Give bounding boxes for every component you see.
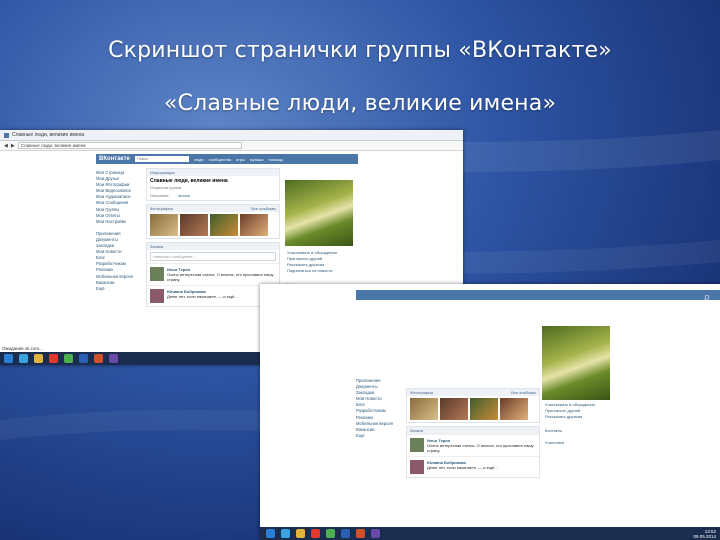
group-name: Славные люди, великие имена <box>150 178 228 184</box>
post-text: Очень интересная статья. О многих, кто п… <box>167 272 274 282</box>
clock-date: 09.05.2014 <box>693 534 716 539</box>
wall-header-2: Записи <box>407 427 539 434</box>
photos-card-2: Фотографии Все альбомы <box>406 388 540 423</box>
nav-item[interactable]: Мобильная версия <box>96 274 136 280</box>
action-link[interactable]: Подписаться на новости <box>287 268 337 274</box>
windows-charms-bar: ⌕ ⟳ ⊞ ▭ ⚙ <box>694 290 720 434</box>
avatar[interactable] <box>150 289 164 303</box>
vk-menu-help[interactable]: помощь <box>268 157 283 162</box>
nav-item[interactable]: Ещё <box>356 433 396 439</box>
vk-header: ВКонтакте Поиск люди сообщества игры муз… <box>96 154 358 164</box>
search-icon[interactable]: ⌕ <box>699 290 715 306</box>
photo-thumb[interactable] <box>180 214 208 236</box>
media-icon[interactable] <box>109 354 118 363</box>
photo-thumb[interactable] <box>210 214 238 236</box>
group-cover-photo[interactable] <box>285 180 353 246</box>
wall-post: Юлиана Бобрикова Денег нет, если начинае… <box>407 456 539 477</box>
explorer-icon[interactable] <box>34 354 43 363</box>
forward-icon[interactable]: ▶ <box>11 143 15 149</box>
photo-thumb[interactable] <box>240 214 268 236</box>
photo-thumb[interactable] <box>440 398 468 420</box>
vk-left-nav: Моя Страница Мои Друзья Мои Фотографии М… <box>96 170 136 292</box>
browser-tab[interactable]: Славные люди, великие имена <box>12 132 84 138</box>
vk-menu-games[interactable]: игры <box>236 157 245 162</box>
browser-addressbar: ◀ ▶ Славные люди, великие имена <box>0 141 463 151</box>
group-info-row: Описание: Читать <box>147 191 279 200</box>
wall-header: Записи <box>147 243 279 250</box>
browser-status: Ожидание vk.com... <box>2 346 43 351</box>
back-icon[interactable]: ◀ <box>4 143 8 149</box>
address-input[interactable]: Славные люди, великие имена <box>17 142 242 149</box>
photos-card: Фотографии Все альбомы <box>146 204 280 239</box>
powerpoint-icon[interactable] <box>356 529 365 538</box>
photos-header-2: Фотографии Все альбомы <box>407 389 539 396</box>
vk-search-input[interactable]: Поиск <box>134 156 189 162</box>
nav-item[interactable]: Мобильная версия <box>356 421 396 427</box>
members-header[interactable]: Участники <box>545 440 595 446</box>
vk-logo[interactable]: ВКонтакте <box>96 156 130 162</box>
chrome-icon[interactable] <box>64 354 73 363</box>
photo-thumb[interactable] <box>150 214 178 236</box>
vk-menu-communities[interactable]: сообщества <box>209 157 231 162</box>
post-text: Денег нет, если начинаете, — и ещё... <box>167 294 238 299</box>
post-text: Очень интересная статья. О многих, кто п… <box>427 443 534 453</box>
photo-thumb[interactable] <box>470 398 498 420</box>
info-label: Описание: <box>150 193 170 198</box>
wall-post: Илья Терин Очень интересная статья. О мн… <box>407 434 539 456</box>
slide-title-line1: Скриншот странички группы «ВКонтакте» <box>108 38 612 63</box>
wall-post: Илья Терин Очень интересная статья. О мн… <box>147 263 279 285</box>
powerpoint-icon[interactable] <box>94 354 103 363</box>
windows-icon[interactable] <box>266 529 275 538</box>
tab-icon <box>4 132 9 138</box>
avatar[interactable] <box>410 438 424 452</box>
media-icon[interactable] <box>371 529 380 538</box>
photo-thumb[interactable] <box>410 398 438 420</box>
photo-strip <box>147 212 279 238</box>
vk-menu-people[interactable]: люди <box>194 157 204 162</box>
browser-tabbar: Славные люди, великие имена <box>0 130 463 141</box>
devices-icon[interactable]: ▭ <box>699 386 715 402</box>
slide-title-line2: «Славные люди, великие имена» <box>163 91 557 116</box>
photo-strip-2 <box>407 396 539 422</box>
taskbar-2: 13:52 09.05.2014 <box>260 527 720 540</box>
start-icon[interactable]: ⊞ <box>699 354 715 370</box>
settings-icon[interactable]: ⚙ <box>699 418 715 434</box>
all-albums-link[interactable]: Все альбомы <box>511 389 539 396</box>
avatar[interactable] <box>410 460 424 474</box>
windows-icon[interactable] <box>4 354 13 363</box>
group-cover-photo-2[interactable] <box>542 326 610 400</box>
word-icon[interactable] <box>79 354 88 363</box>
vk-left-nav-2: Приложения Документы Закладки Мои Новост… <box>356 378 396 439</box>
taskbar-clock[interactable]: 13:52 09.05.2014 <box>693 529 716 539</box>
group-actions-2: Участвовать в обсуждении Пригласить друз… <box>545 402 595 446</box>
wall-card-2: Записи Илья Терин Очень интересная стать… <box>406 426 540 478</box>
explorer-icon[interactable] <box>296 529 305 538</box>
all-albums-link[interactable]: Все альбомы <box>251 205 279 212</box>
post-text: Денег нет, если начинаете, — и ещё... <box>427 465 498 470</box>
group-info-header: Информация <box>147 169 279 176</box>
screenshot-window-2: Приложения Документы Закладки Мои Новост… <box>260 284 720 540</box>
word-icon[interactable] <box>341 529 350 538</box>
yandex-icon[interactable] <box>49 354 58 363</box>
avatar[interactable] <box>150 267 164 281</box>
vk-header-2 <box>356 290 720 300</box>
photos-header: Фотографии Все альбомы <box>147 205 279 212</box>
wall-input[interactable]: Написать сообщение... <box>150 252 276 261</box>
group-info-card: Информация Славные люди, великие имена О… <box>146 168 280 201</box>
vk-menu-music[interactable]: музыка <box>250 157 264 162</box>
vk-group-main-2: Фотографии Все альбомы Записи Илья Терин… <box>406 388 540 481</box>
chrome-icon[interactable] <box>326 529 335 538</box>
nav-item[interactable]: Ещё <box>96 286 136 292</box>
share-icon[interactable]: ⟳ <box>699 322 715 338</box>
ie-icon[interactable] <box>281 529 290 538</box>
info-value[interactable]: Читать <box>178 193 191 198</box>
ie-icon[interactable] <box>19 354 28 363</box>
group-actions: Участвовать в обсуждении Пригласить друз… <box>287 250 337 288</box>
group-status: Открытая группа <box>150 185 182 190</box>
yandex-icon[interactable] <box>311 529 320 538</box>
photo-thumb[interactable] <box>500 398 528 420</box>
